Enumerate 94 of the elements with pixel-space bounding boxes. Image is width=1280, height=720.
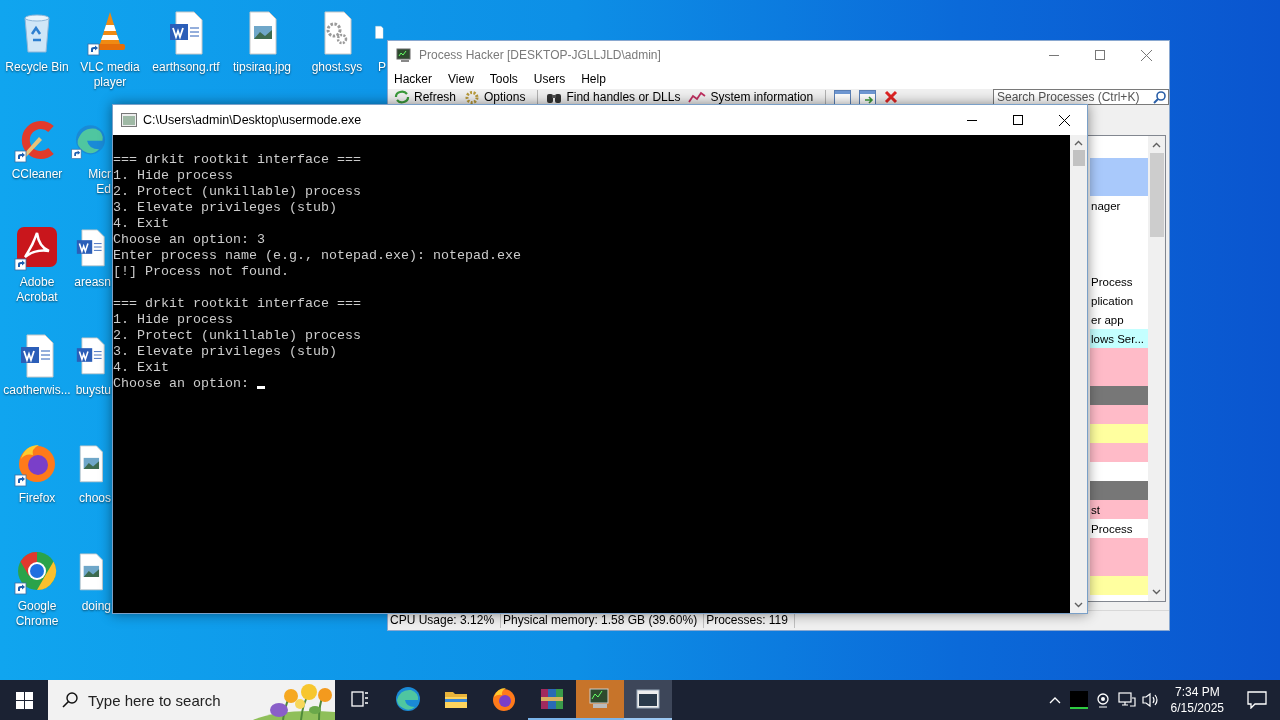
search-field[interactable]: Search Processes (Ctrl+K) [993,89,1169,105]
console-line: 4. Exit [113,216,169,232]
icon-label: buystu [74,383,111,398]
toolbar-button[interactable]: Refresh [392,89,463,105]
scroll-up-icon[interactable] [1074,140,1083,146]
menu-item[interactable]: Users [533,72,574,86]
network-icon[interactable] [1117,692,1136,708]
monitor-icon [396,47,413,63]
process-name: Process [1091,522,1133,535]
icon-label: Recycle Bin [4,60,70,75]
window-title: Process Hacker [DESKTOP-JGLLJLD\admin] [419,48,662,62]
console-line: === drkit rootkit interface === [113,152,361,168]
menu-item[interactable]: Hacker [394,72,440,86]
taskbar-button[interactable] [624,680,672,720]
icon-label: Acrobat [15,290,59,305]
icon-label: Micr [87,167,111,182]
chart-line-icon [688,90,707,104]
console-line: Enter process name (e.g., notepad.exe): notepad.exe [113,248,521,264]
process-name: er app [1091,313,1124,326]
toolbar-button[interactable]: System information [686,89,820,105]
scrollbar-thumb[interactable] [1072,150,1085,166]
chevron-up-icon[interactable] [1048,696,1061,704]
scrollbar-thumb[interactable] [1149,153,1164,237]
search-icon[interactable] [1153,90,1167,104]
icon-label: tipsiraq.jpg [232,60,292,75]
text-cursor [257,385,265,389]
console-line: Choose an option: 3 [113,232,265,248]
refresh-icon [394,90,410,104]
process-row[interactable]: Process [1090,272,1148,291]
folder-icon[interactable] [444,689,468,709]
console-line: 4. Exit [113,360,169,376]
process-name: nager [1091,199,1121,212]
clock-text: 7:34 PM [1174,684,1220,700]
cross-icon[interactable] [884,90,899,104]
process-row[interactable]: plication [1090,291,1148,310]
taskbar-button[interactable] [576,680,624,720]
scroll-down-icon[interactable] [1074,602,1083,608]
browser-icon[interactable] [395,686,421,712]
process-row[interactable]: Process [1090,519,1148,538]
window-icon[interactable] [834,89,852,105]
icon-label: Ed [95,182,111,197]
icon-label: caotherwis... [2,383,72,398]
menu-item[interactable]: Help [581,72,614,86]
scroll-down-icon[interactable] [1152,589,1161,595]
toolbar-button[interactable]: Find handles or DLLs [544,89,687,105]
search-field[interactable]: Type here to search [88,680,253,720]
menu-item[interactable]: Tools [489,72,526,86]
process-name: plication [1091,294,1134,307]
window-title: C:\Users\admin\Desktop\usermode.exe [143,113,363,127]
gear-icon [464,89,481,105]
scroll-up-icon[interactable] [1152,142,1161,148]
icon-label: Google [16,599,58,614]
volume-icon[interactable] [1141,692,1160,708]
icon-label: choos [77,491,111,506]
console-line: [!] Process not found. [113,264,289,280]
toolbar-button[interactable]: Options [462,89,532,105]
webcam-icon[interactable] [1094,692,1111,708]
process-row[interactable]: st [1090,500,1148,519]
search-icon [62,692,78,708]
console-line: 1. Hide process [113,168,233,184]
console-line: 3. Elevate privileges (stub) [113,344,337,360]
console-line: 1. Hide process [113,312,233,328]
notification-icon[interactable] [1247,691,1267,709]
process-name: Process [1091,275,1133,288]
windows-logo-icon[interactable] [15,691,33,709]
icon-label: areasn [73,275,111,290]
browser-icon[interactable] [491,686,517,712]
icon-label: Firefox [17,491,57,506]
console-line: Choose an option: [113,376,249,392]
menu-item[interactable]: View [448,72,482,86]
process-row[interactable]: er app [1090,310,1148,329]
process-name: st [1091,503,1100,516]
icon-label: player [92,75,128,90]
console-line: === drkit rootkit interface === [113,296,361,312]
console-app-icon [121,113,137,127]
clock-text: 6/15/2025 [1170,700,1224,716]
console-window-icon[interactable] [636,689,660,709]
icon-label: P [377,60,386,75]
icon-label: CCleaner [10,167,64,182]
console-line: 3. Elevate privileges (stub) [113,200,337,216]
icon-label: doing [80,599,111,614]
icon-label: Chrome [14,614,60,629]
maximize-icon[interactable] [1013,115,1023,125]
tray-app-icon[interactable] [1069,691,1088,709]
close-icon[interactable] [1058,114,1070,126]
console-line: 2. Protect (unkillable) process [113,328,361,344]
task-view-icon[interactable] [350,690,370,708]
icon-label: ghost.sys [310,60,364,75]
stacked-books-icon[interactable] [539,687,565,711]
icon-label: earthsong.rtf [151,60,221,75]
icon-label: VLC media [79,60,141,75]
console-line: 2. Protect (unkillable) process [113,184,361,200]
clock[interactable]: 7:34 PM 6/15/2025 [1170,684,1224,716]
process-row[interactable]: nager [1090,196,1148,215]
